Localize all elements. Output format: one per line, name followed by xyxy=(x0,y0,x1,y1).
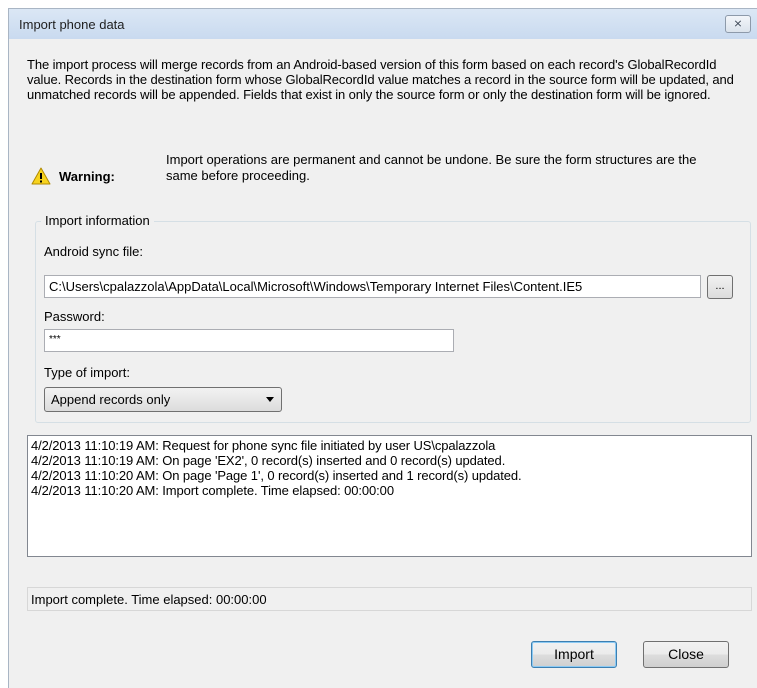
window-title: Import phone data xyxy=(19,17,125,32)
warning-triangle-icon xyxy=(31,167,51,185)
import-type-value: Append records only xyxy=(51,392,171,407)
import-button[interactable]: Import xyxy=(531,641,617,668)
warning-label: Warning: xyxy=(59,169,115,184)
import-log[interactable]: 4/2/2013 11:10:19 AM: Request for phone … xyxy=(27,435,752,557)
log-line: 4/2/2013 11:10:19 AM: Request for phone … xyxy=(31,438,496,453)
import-type-label: Type of import: xyxy=(44,365,130,380)
import-type-dropdown[interactable]: Append records only xyxy=(44,387,282,412)
password-label: Password: xyxy=(44,309,105,324)
log-line: 4/2/2013 11:10:20 AM: On page 'Page 1', … xyxy=(31,468,522,483)
log-line: 4/2/2013 11:10:19 AM: On page 'EX2', 0 r… xyxy=(31,453,506,468)
warning-text: Import operations are permanent and cann… xyxy=(166,152,697,183)
status-text: Import complete. Time elapsed: 00:00:00 xyxy=(31,592,267,607)
browse-button[interactable]: ... xyxy=(707,275,733,299)
password-input[interactable]: *** xyxy=(44,329,454,352)
sync-file-input[interactable]: C:\Users\cpalazzola\AppData\Local\Micros… xyxy=(44,275,701,298)
close-button[interactable]: Close xyxy=(643,641,729,668)
import-dialog: Import phone data ⨯ The import process w… xyxy=(8,8,757,688)
dialog-content: The import process will merge records fr… xyxy=(9,39,757,688)
close-window-button[interactable]: ⨯ xyxy=(725,15,751,33)
close-icon: ⨯ xyxy=(733,17,743,30)
dropdown-arrow-icon xyxy=(266,397,274,402)
import-information-legend: Import information xyxy=(41,213,154,228)
log-line: 4/2/2013 11:10:20 AM: Import complete. T… xyxy=(31,483,394,498)
intro-text: The import process will merge records fr… xyxy=(27,57,734,102)
title-bar[interactable]: Import phone data ⨯ xyxy=(9,9,757,39)
status-bar: Import complete. Time elapsed: 00:00:00 xyxy=(27,587,752,611)
sync-file-label: Android sync file: xyxy=(44,244,143,259)
